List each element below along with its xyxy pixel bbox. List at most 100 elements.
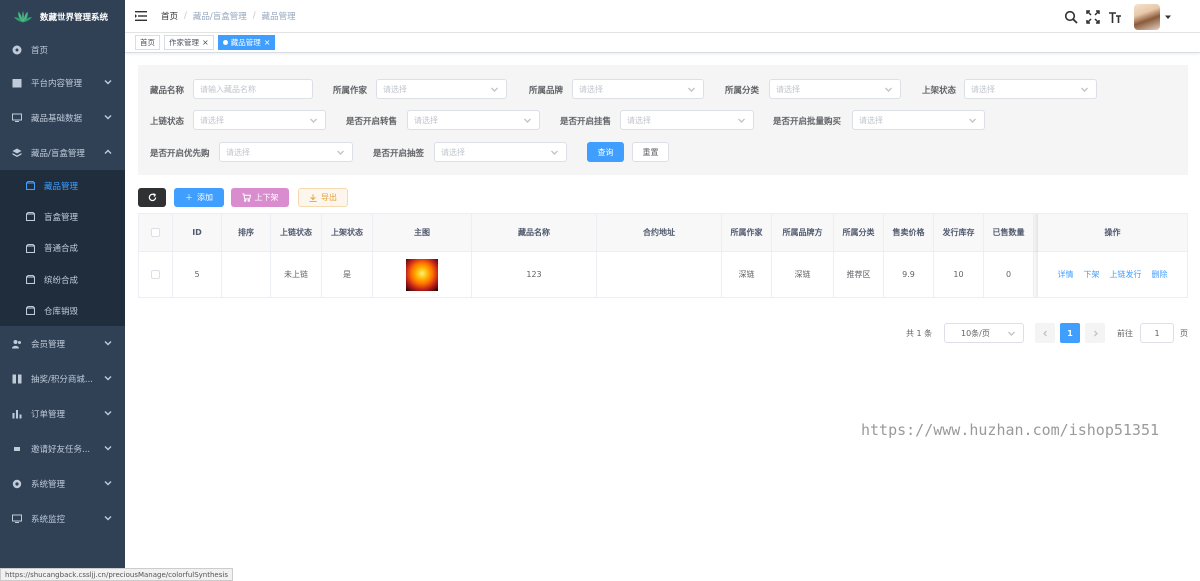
- page-size-select[interactable]: 10条/页: [944, 323, 1024, 343]
- header-brand[interactable]: 所属品牌方: [772, 214, 834, 251]
- select-placeholder: 请选择: [859, 115, 883, 125]
- cell-sort: [222, 252, 271, 297]
- font-size-icon[interactable]: [1108, 10, 1122, 24]
- sidebar-subitem-label: 仓库销毁: [44, 306, 79, 317]
- header-chain-status[interactable]: 上链状态: [271, 214, 322, 251]
- collection-thumbnail[interactable]: [406, 258, 438, 291]
- tag-author-manage[interactable]: 作家管理 ×: [164, 35, 214, 50]
- sidebar-subitem-colorful-synthesis[interactable]: 缤纷合成: [0, 264, 125, 295]
- avatar[interactable]: [1134, 3, 1160, 30]
- sidebar-item-label: 邀请好友任务...: [31, 444, 91, 455]
- calendar-icon: [12, 78, 22, 88]
- row-checkbox[interactable]: [151, 270, 160, 279]
- browser-status-url: https://shucangback.cssljj.cn/preciousMa…: [0, 568, 233, 581]
- sidebar-item-members[interactable]: 会员管理: [0, 326, 125, 361]
- chart-icon: [12, 409, 22, 419]
- table-header: ID 排序 上链状态 上架状态 主图 藏品名称 合约地址 所属作家 所属品牌方 …: [139, 214, 1187, 252]
- query-button[interactable]: 查询: [587, 142, 624, 162]
- chain-publish-link[interactable]: 上链发行: [1110, 269, 1142, 280]
- close-icon[interactable]: ×: [202, 38, 209, 47]
- filter-lottery-label: 是否开启抽签: [373, 149, 425, 159]
- cell-chain-status: 未上链: [271, 252, 322, 297]
- reset-button[interactable]: 重置: [632, 142, 669, 162]
- select-placeholder: 请选择: [627, 115, 651, 125]
- sidebar-subitem-warehouse-destroy[interactable]: 仓库销毁: [0, 295, 125, 326]
- monitor-icon: [12, 514, 22, 524]
- export-button[interactable]: 导出: [298, 188, 348, 207]
- filter-brand-label: 所属品牌: [529, 86, 564, 96]
- sidebar-subitem-normal-synthesis[interactable]: 普通合成: [0, 233, 125, 264]
- page-number-current[interactable]: 1: [1060, 323, 1080, 343]
- priority-select[interactable]: 请选择: [219, 142, 353, 162]
- chain-status-select[interactable]: 请选择: [193, 110, 326, 130]
- sidebar-item-label: 平台内容管理: [31, 78, 83, 89]
- tag-collection-manage[interactable]: 藏品管理 ×: [217, 35, 276, 50]
- prev-page-button[interactable]: [1035, 323, 1055, 343]
- header-contract[interactable]: 合约地址: [597, 214, 722, 251]
- select-all-checkbox[interactable]: [151, 228, 160, 237]
- gift-icon: [12, 374, 22, 384]
- sidebar-item-collection-basics[interactable]: 藏品基础数据: [0, 100, 125, 135]
- shelf-status-select[interactable]: 请选择: [964, 79, 1097, 99]
- search-icon[interactable]: [1064, 10, 1078, 24]
- brand-select[interactable]: 请选择: [572, 79, 704, 99]
- sidebar-item-system[interactable]: 系统管理: [0, 466, 125, 501]
- filter-category-label: 所属分类: [725, 86, 760, 96]
- close-icon[interactable]: ×: [264, 38, 271, 47]
- breadcrumb-current: 藏品管理: [261, 12, 296, 22]
- header-price[interactable]: 售卖价格: [884, 214, 934, 251]
- breadcrumb-home[interactable]: 首页: [161, 10, 178, 22]
- table-row: 5 未上链 是 123 深链 深链 推荐区 9.9 10 0 详情 下架 上链发…: [139, 252, 1187, 297]
- header-main-image[interactable]: 主图: [373, 214, 472, 251]
- sidebar-item-collection-blindbox[interactable]: 藏品/盲盒管理: [0, 135, 125, 170]
- header-category[interactable]: 所属分类: [834, 214, 884, 251]
- sidebar-subitem-collection-manage[interactable]: 藏品管理: [0, 170, 125, 201]
- header-author[interactable]: 所属作家: [722, 214, 772, 251]
- cell-stock: 10: [934, 252, 984, 297]
- sidebar-item-lottery-mall[interactable]: 抽奖/积分商城...: [0, 361, 125, 396]
- unshelve-link[interactable]: 下架: [1084, 269, 1100, 280]
- chevron-right-icon: [1093, 330, 1098, 336]
- header-sold[interactable]: 已售数量: [984, 214, 1034, 251]
- users-icon: [12, 339, 22, 349]
- caret-down-icon[interactable]: [1164, 13, 1172, 21]
- filter-bulk-label: 是否开启批量购买: [773, 117, 842, 127]
- next-page-button[interactable]: [1085, 323, 1105, 343]
- hamburger-menu-icon[interactable]: [135, 10, 147, 22]
- sidebar-item-monitoring[interactable]: 系统监控: [0, 501, 125, 536]
- tag-home[interactable]: 首页: [135, 35, 160, 50]
- detail-link[interactable]: 详情: [1058, 269, 1074, 280]
- cell-sold: 0: [984, 252, 1034, 297]
- sidebar-item-label: 系统管理: [31, 479, 66, 490]
- header-stock[interactable]: 发行库存: [934, 214, 984, 251]
- header-shelf-status[interactable]: 上架状态: [322, 214, 373, 251]
- header-id[interactable]: ID: [173, 214, 222, 251]
- sidebar-subitem-blindbox-manage[interactable]: 盲盒管理: [0, 201, 125, 232]
- breadcrumb-separator: /: [184, 11, 187, 21]
- sidebar-item-label: 抽奖/积分商城...: [31, 374, 93, 385]
- shelf-toggle-button[interactable]: 上下架: [231, 188, 289, 207]
- lottery-select[interactable]: 请选择: [434, 142, 567, 162]
- box-icon: [26, 306, 35, 316]
- name-input[interactable]: 请输入藏品名称: [193, 79, 313, 99]
- cell-price: 9.9: [884, 252, 934, 297]
- refresh-button[interactable]: [138, 188, 166, 207]
- bulk-select[interactable]: 请选择: [852, 110, 985, 130]
- add-button[interactable]: ＋ 添加: [174, 188, 224, 207]
- goto-page-input[interactable]: 1: [1140, 323, 1174, 343]
- category-select[interactable]: 请选择: [769, 79, 901, 99]
- list-icon: [12, 444, 22, 454]
- row-select-cell: [139, 252, 173, 297]
- listing-select[interactable]: 请选择: [620, 110, 754, 130]
- header-name[interactable]: 藏品名称: [472, 214, 597, 251]
- header-sort[interactable]: 排序: [222, 214, 271, 251]
- resale-select[interactable]: 请选择: [407, 110, 540, 130]
- delete-link[interactable]: 删除: [1152, 269, 1168, 280]
- watermark-text: https://www.huzhan.com/ishop51351: [861, 421, 1160, 439]
- sidebar-item-home[interactable]: 首页: [0, 34, 125, 65]
- sidebar-item-platform-content[interactable]: 平台内容管理: [0, 65, 125, 100]
- fullscreen-icon[interactable]: [1086, 9, 1100, 24]
- sidebar-item-orders[interactable]: 订单管理: [0, 396, 125, 431]
- sidebar-item-invite-tasks[interactable]: 邀请好友任务...: [0, 431, 125, 466]
- author-select[interactable]: 请选择: [376, 79, 507, 99]
